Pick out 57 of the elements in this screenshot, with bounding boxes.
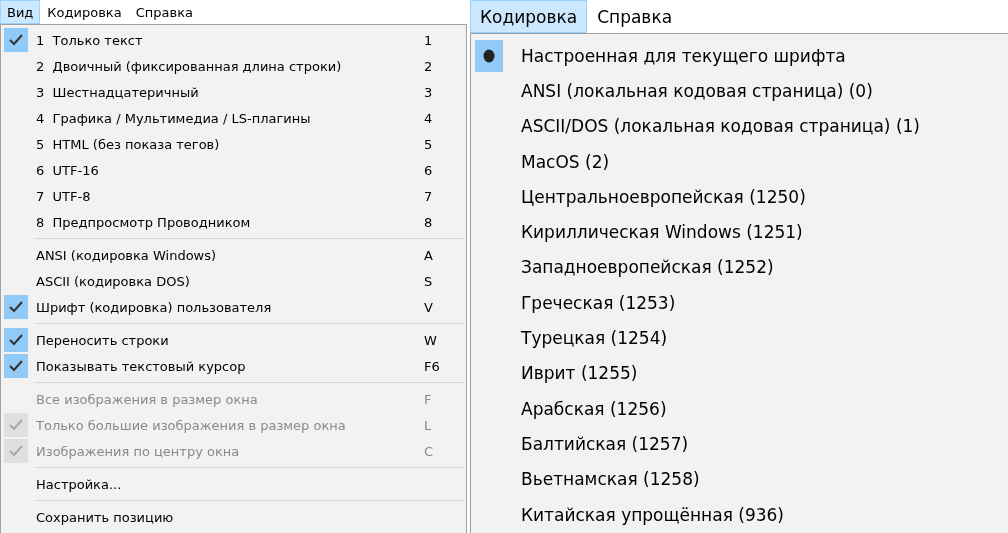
menu-item[interactable]: 7 UTF-8 <box>36 188 424 204</box>
checkmark-icon <box>9 360 23 372</box>
shortcut-key: 7 <box>424 188 464 204</box>
menu-item[interactable]: Иврит (1255) <box>521 363 1008 384</box>
shortcut-key: 4 <box>424 110 464 126</box>
shortcut-key: 1 <box>424 32 464 48</box>
menu-item[interactable]: Греческая (1253) <box>521 292 1008 313</box>
shortcut-key: W <box>424 332 464 348</box>
menu-item[interactable]: Показывать текстовый курсор <box>36 358 424 374</box>
menu-item[interactable]: Настроенная для текущего шрифта <box>521 45 1008 66</box>
menu-item[interactable]: ANSI (локальная кодовая страница) (0) <box>521 80 1008 101</box>
menubar-item[interactable]: Кодировка <box>40 0 129 24</box>
menu-item[interactable]: 3 Шестнадцатеричный <box>36 84 424 100</box>
menu-item[interactable]: ASCII (кодировка DOS) <box>36 273 424 289</box>
menu-item[interactable]: Китайская упрощённая (936) <box>521 504 1008 525</box>
radio-dot-icon <box>483 48 495 63</box>
menu-item[interactable]: Сохранить позицию <box>36 509 464 525</box>
menubar-item[interactable]: Справка <box>128 0 200 24</box>
shortcut-key: C <box>424 443 464 459</box>
menu-item[interactable]: MacOS (2) <box>521 151 1008 172</box>
menu-item[interactable]: 4 Графика / Мультимедиа / LS-плагины <box>36 110 424 126</box>
menu-item[interactable]: Шрифт (кодировка) пользователя <box>36 299 424 315</box>
menu-item[interactable]: Переносить строки <box>36 332 424 348</box>
menu-item[interactable]: Западноевропейская (1252) <box>521 257 1008 278</box>
menu-item[interactable]: Центральноевропейская (1250) <box>521 186 1008 207</box>
menu-item[interactable]: Турецкая (1254) <box>521 328 1008 348</box>
checkmark-icon <box>9 445 23 457</box>
menu-item[interactable]: ASCII/DOS (локальная кодовая страница) (1) <box>521 116 1008 137</box>
shortcut-key: V <box>424 299 464 315</box>
menubar-item[interactable]: Вид <box>0 0 41 24</box>
shortcut-key: A <box>424 247 464 263</box>
checkmark-icon <box>9 301 23 313</box>
shortcut-key: 8 <box>424 214 464 230</box>
shortcut-key: 6 <box>424 162 464 178</box>
menu-item[interactable]: Настройка... <box>36 476 464 492</box>
shortcut-key: L <box>424 417 464 433</box>
menubar-item[interactable]: Справка <box>587 0 683 33</box>
checkmark-icon <box>9 334 23 346</box>
menu-item[interactable]: 1 Только текст <box>36 32 424 48</box>
shortcut-key: S <box>424 273 464 289</box>
checkmark-icon <box>9 419 23 431</box>
shortcut-key: 2 <box>424 58 464 74</box>
checkmark-icon <box>9 34 23 46</box>
menubar-item[interactable]: Кодировка <box>470 0 588 33</box>
menu-item[interactable]: 5 HTML (без показа тегов) <box>36 136 424 152</box>
shortcut-key: 5 <box>424 136 464 152</box>
shortcut-key: 3 <box>424 84 464 100</box>
menu-item[interactable]: 6 UTF-16 <box>36 162 424 178</box>
menu-item[interactable]: Арабская (1256) <box>521 398 1008 419</box>
shortcut-key: F <box>424 391 464 407</box>
menu-item[interactable]: ANSI (кодировка Windows) <box>36 247 424 263</box>
menu-item[interactable]: 8 Предпросмотр Проводником <box>36 214 424 230</box>
menu-item[interactable]: Балтийская (1257) <box>521 433 1008 454</box>
shortcut-key: F6 <box>424 358 464 374</box>
menu-item[interactable]: 2 Двоичный (фиксированная длина строки) <box>36 58 424 74</box>
menu-item[interactable]: Кириллическая Windows (1251) <box>521 222 1008 243</box>
menu-item[interactable]: Вьетнамская (1258) <box>521 469 1008 490</box>
